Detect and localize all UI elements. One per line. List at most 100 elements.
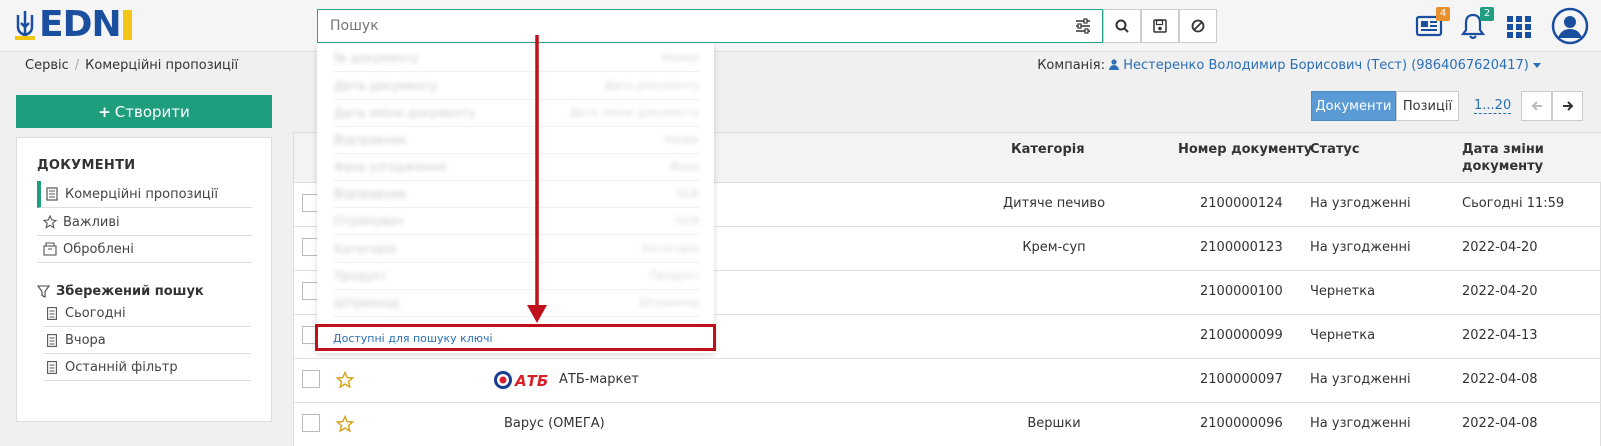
sidebar-item-label: Оброблені (63, 241, 134, 257)
trident-icon (15, 11, 35, 40)
company-label: Компанія: (1037, 58, 1105, 73)
document-list-icon (46, 187, 58, 201)
top-header: EDN 4 (0, 0, 1601, 52)
cell-date: 2022-04-08 (1462, 372, 1538, 387)
column-header-status[interactable]: Статус (1310, 141, 1360, 158)
dropdown-key-row[interactable]: Дата документу Дата документу (334, 73, 699, 100)
company-selector: Компанія: Нестеренко Володимир Борисович… (1037, 58, 1541, 73)
clear-search-button[interactable] (1179, 9, 1217, 43)
saved-search-label: Сьогодні (65, 305, 126, 321)
cell-date: 2022-04-13 (1462, 328, 1538, 343)
news-badge: 4 (1436, 7, 1450, 21)
dropdown-key-row[interactable]: Відправник Назва (334, 127, 699, 154)
breadcrumb-item-service[interactable]: Сервіс (25, 58, 69, 73)
sidebar-panel: ДОКУМЕНТИ Комерційні пропозиції Важливі … (16, 137, 272, 422)
dropdown-key-row[interactable]: Фаза узгодження Фаза (334, 154, 699, 181)
table-row[interactable]: АТБ АТБ-маркет 2100000097 На узгодженні … (294, 359, 1601, 403)
search-bar (317, 9, 1217, 43)
cell-docnum: 2100000123 (1200, 240, 1283, 255)
row-checkbox[interactable] (302, 414, 320, 432)
cell-category: Дитяче печиво (1002, 196, 1106, 211)
saved-search-label: Останній фільтр (65, 359, 178, 375)
sidebar-section-title: ДОКУМЕНТИ (37, 158, 136, 173)
column-header-docnum[interactable]: Номер документу (1178, 141, 1312, 158)
cell-date: 2022-04-20 (1462, 284, 1538, 299)
table-row[interactable]: Варус (ОМЕГА) Вершки 2100000096 На узгод… (294, 403, 1601, 446)
sidebar-item-processed[interactable]: Оброблені (37, 236, 252, 263)
create-button-label: Створити (114, 102, 190, 121)
breadcrumb-separator: / (74, 58, 80, 73)
cell-status: На узгодженні (1310, 240, 1411, 255)
cell-date: 2022-04-20 (1462, 240, 1538, 255)
search-icon (1115, 19, 1129, 33)
saved-search-today[interactable]: Сьогодні (43, 300, 251, 327)
user-icon (1109, 59, 1120, 70)
saved-search-label: Вчора (65, 332, 106, 348)
dropdown-key-row[interactable]: № документу Номер (334, 45, 699, 72)
tab-positions[interactable]: Позиції (1396, 91, 1459, 121)
svg-text:АТБ: АТБ (514, 372, 548, 390)
cell-status: На узгодженні (1310, 416, 1411, 431)
cell-partner: Варус (ОМЕГА) (504, 416, 605, 431)
page-range[interactable]: 1...20 (1474, 98, 1512, 114)
search-input[interactable] (317, 9, 1103, 43)
cell-category: Вершки (1027, 416, 1081, 431)
user-circle-icon (1551, 7, 1589, 45)
document-icon (47, 333, 57, 347)
cell-docnum: 2100000097 (1200, 372, 1283, 387)
floppy-disk-icon (1153, 19, 1167, 33)
available-keys-link[interactable]: Доступні для пошуку ключі (315, 324, 716, 351)
company-link[interactable]: Нестеренко Володимир Борисович (Тест) (9… (1109, 58, 1541, 73)
next-page-button[interactable] (1552, 91, 1583, 121)
sidebar-item-commercial-offers[interactable]: Комерційні пропозиції (37, 181, 252, 208)
apps-button[interactable] (1503, 10, 1535, 42)
edin-logo[interactable]: EDN (14, 7, 132, 43)
cell-status: На узгодженні (1310, 196, 1411, 211)
news-button[interactable]: 4 (1413, 7, 1450, 42)
grid-icon (1507, 16, 1531, 38)
tab-documents[interactable]: Документи (1311, 91, 1396, 121)
star-icon[interactable] (336, 415, 354, 433)
star-icon[interactable] (336, 371, 354, 389)
caret-down-icon (1533, 63, 1541, 68)
create-button[interactable]: + Створити (16, 95, 272, 128)
sidebar-item-important[interactable]: Важливі (37, 209, 252, 236)
saved-search-title: Збережений пошук (37, 284, 204, 299)
star-icon (43, 215, 57, 229)
save-search-button[interactable] (1141, 9, 1179, 43)
sidebar-item-label: Важливі (63, 214, 120, 230)
filter-icon (37, 285, 50, 298)
cell-docnum: 2100000099 (1200, 328, 1283, 343)
plus-icon: + (98, 102, 111, 121)
atb-logo: АТБ (493, 370, 549, 390)
cell-category: Крем-суп (1022, 240, 1086, 255)
cell-docnum: 2100000100 (1200, 284, 1283, 299)
notifications-badge: 2 (1480, 7, 1494, 21)
user-avatar[interactable] (1551, 7, 1589, 45)
available-keys-label: Доступні для пошуку ключі (333, 332, 493, 345)
search-button[interactable] (1103, 9, 1141, 43)
sliders-icon[interactable] (1075, 18, 1091, 34)
sidebar-item-label: Комерційні пропозиції (65, 186, 218, 202)
dropdown-key-row[interactable]: Продукт Продукт (334, 263, 699, 290)
dropdown-key-row[interactable]: Категорія Категорія (334, 236, 699, 263)
cell-docnum: 2100000124 (1200, 196, 1283, 211)
dropdown-key-row[interactable]: Штрихкод Штрихкод (334, 290, 699, 317)
saved-search-last-filter[interactable]: Останній фільтр (43, 354, 251, 381)
cell-status: На узгодженні (1310, 372, 1411, 387)
column-header-category[interactable]: Категорія (1011, 141, 1085, 158)
company-name: Нестеренко Володимир Борисович (Тест) (9… (1123, 58, 1529, 73)
arrow-left-icon (1531, 101, 1542, 111)
dropdown-key-row[interactable]: Отримувач GLN (334, 208, 699, 235)
notifications-button[interactable]: 2 (1457, 7, 1494, 42)
arrow-right-icon (1562, 101, 1573, 111)
cell-status: Чернетка (1310, 284, 1376, 299)
cell-docnum: 2100000096 (1200, 416, 1283, 431)
saved-search-yesterday[interactable]: Вчора (43, 327, 251, 354)
document-icon (47, 360, 57, 374)
row-checkbox[interactable] (302, 370, 320, 388)
column-header-date[interactable]: Дата зміни документу (1462, 141, 1572, 175)
dropdown-key-row[interactable]: Відправник GLN (334, 181, 699, 208)
prev-page-button[interactable] (1521, 91, 1552, 121)
dropdown-key-row[interactable]: Дата зміни документу Дата зміни документу (334, 100, 699, 127)
